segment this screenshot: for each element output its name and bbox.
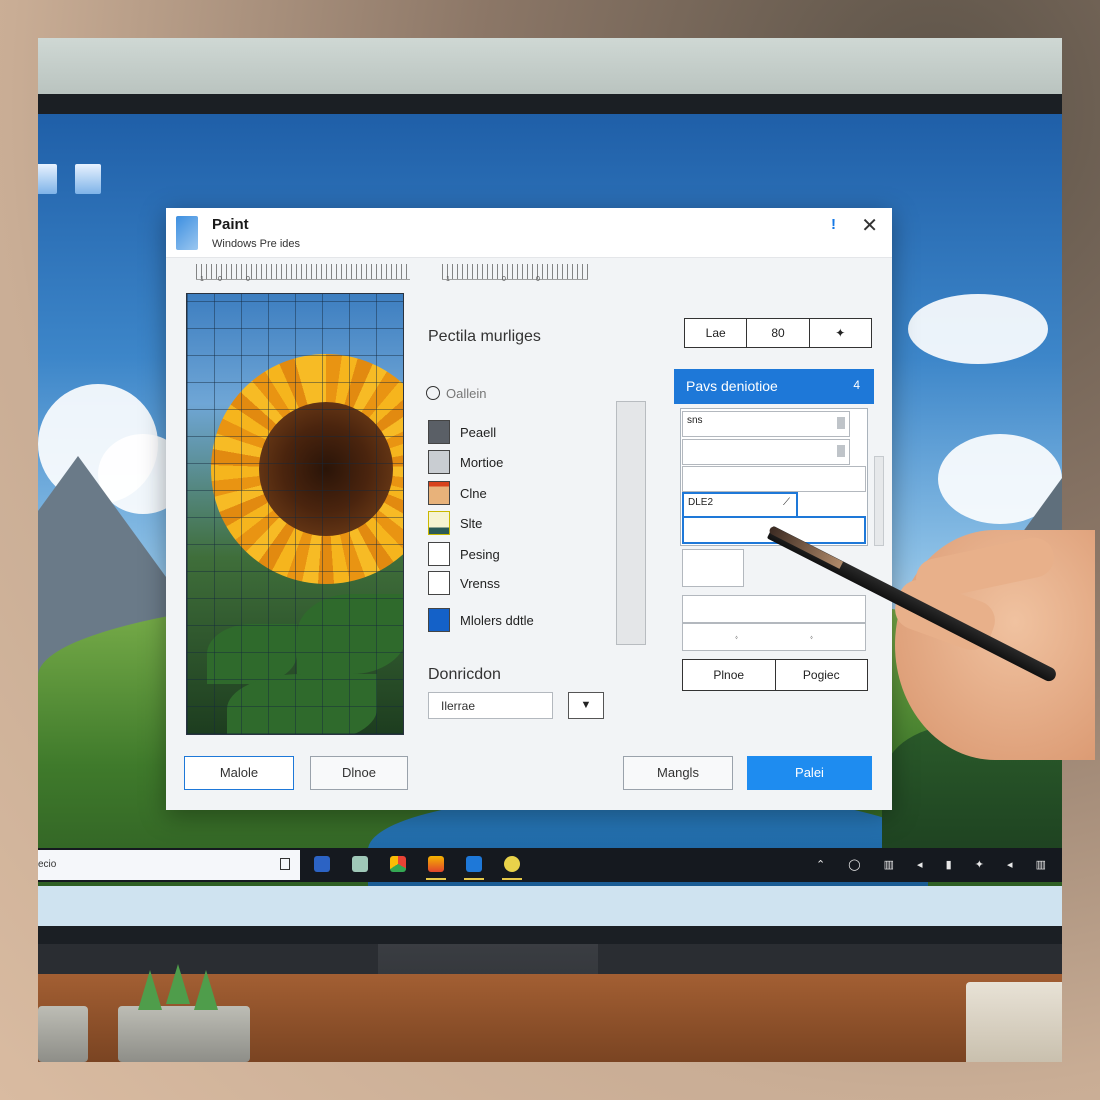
property-value: sns [687, 415, 703, 426]
preview-box[interactable] [682, 549, 744, 587]
horizontal-ruler [196, 264, 410, 280]
tool-label: Slte [460, 515, 483, 531]
property-field[interactable]: sns [682, 411, 850, 437]
file-icon [38, 164, 57, 194]
photo-background: ecio ⌃ ◯ ▥ ◂ ▮ ✦ ◂ ▥ Paint Windows Pre i… [0, 0, 1100, 1100]
segmented-control: Lae 80 ✦ [684, 318, 872, 348]
tool-label: Pesing [460, 546, 500, 562]
tool-label: Mortioe [460, 454, 504, 470]
tool-item[interactable]: Vrenss [428, 571, 500, 595]
dialog-subtitle: Windows Pre ides [212, 238, 301, 250]
taskbar-app-icon[interactable] [426, 856, 446, 880]
decoration-label: Donricdon [428, 666, 501, 683]
spinner-icon[interactable] [837, 445, 845, 457]
cloud [908, 294, 1048, 364]
horizontal-ruler [442, 264, 588, 280]
property-field[interactable] [682, 439, 850, 465]
search-box-icon [280, 858, 290, 870]
paint-taskbar-icon[interactable] [464, 856, 484, 880]
desktop-icon[interactable] [58, 164, 118, 198]
tool-item[interactable]: Mortioe [428, 450, 503, 474]
chrome-icon[interactable] [390, 856, 406, 872]
canvas-grid [187, 294, 403, 734]
ruler-number: 1 [200, 276, 204, 283]
color-swatch [428, 608, 450, 632]
dialog-title: Paint [212, 216, 249, 233]
sparkle-icon[interactable]: ✦ [810, 319, 871, 347]
drawing-canvas[interactable] [186, 293, 404, 735]
tool-item[interactable]: Clne [428, 481, 487, 505]
chevron-down-icon[interactable]: ▼ [568, 692, 604, 719]
spinner-icon[interactable] [837, 417, 845, 429]
tool-item[interactable]: Slte [428, 511, 482, 535]
segment-button[interactable]: Lae [685, 319, 748, 347]
selected-property-value: DLE2 [688, 497, 714, 508]
system-tray[interactable]: ⌃ ◯ ▥ ◂ ▮ ✦ ◂ ▥ [816, 858, 1056, 871]
taskbar: ecio ⌃ ◯ ▥ ◂ ▮ ✦ ◂ ▥ [38, 848, 1062, 882]
succulent [194, 970, 218, 1010]
taskbar-search[interactable]: ecio [38, 850, 300, 880]
field-marker: ⬫ [735, 632, 738, 642]
section-label: Pectila murliges [428, 328, 541, 345]
close-icon[interactable]: ✕ [861, 213, 878, 238]
book-stack [966, 982, 1062, 1062]
property-field[interactable] [682, 466, 866, 492]
succulent [138, 970, 162, 1010]
ruler-number: 0 [536, 276, 540, 283]
ruler-number: 0 [502, 276, 506, 283]
vertical-scrollbar[interactable] [616, 401, 646, 645]
color-swatch [428, 511, 450, 535]
decoration-input[interactable]: Ilerrae [428, 692, 553, 719]
tool-item[interactable]: Mlolers ddtle [428, 608, 534, 632]
plant-pot [118, 1006, 250, 1062]
wall [38, 38, 1062, 98]
info-icon[interactable]: ! [831, 216, 836, 233]
tool-label: Vrenss [460, 575, 500, 591]
footer-primary-button[interactable]: Palei [747, 756, 872, 790]
taskbar-search-text: ecio [38, 859, 57, 870]
dialog-titlebar[interactable]: Paint Windows Pre ides ! ✕ [166, 208, 892, 258]
tool-label: Mlolers ddtle [460, 612, 534, 628]
color-swatch [428, 481, 450, 505]
panel-scrollbar[interactable] [874, 456, 884, 546]
tool-search-placeholder: Oallein [446, 386, 487, 401]
paint-dialog: Paint Windows Pre ides ! ✕ 1 0 0 1 0 0 P… [166, 208, 892, 810]
footer-button-3[interactable]: Mangls [623, 756, 733, 790]
footer-button-2[interactable]: Dlnoe [310, 756, 408, 790]
properties-header-label: Pavs deniotioe [686, 378, 778, 394]
segment-button[interactable]: 80 [747, 319, 810, 347]
page-button[interactable]: Pogiec [776, 660, 868, 690]
plant-pot [38, 1006, 88, 1062]
color-swatch [428, 450, 450, 474]
taskbar-app-icon[interactable] [352, 856, 368, 872]
ruler-number: 0 [218, 276, 222, 283]
edit-icon: ⟋ [783, 497, 790, 508]
file-icon [75, 164, 101, 194]
property-field[interactable]: ⬫ ⬫ [682, 623, 866, 651]
taskbar-app-icon[interactable] [314, 856, 330, 872]
succulent [166, 964, 190, 1004]
properties-header[interactable]: Pavs deniotioe 4 [674, 369, 874, 404]
tool-item[interactable]: Pesing [428, 542, 500, 566]
properties-header-number: 4 [853, 378, 860, 392]
footer-button-1[interactable]: Malole [184, 756, 294, 790]
paint-app-icon [176, 216, 198, 250]
property-field[interactable] [682, 595, 866, 623]
color-swatch [428, 420, 450, 444]
search-icon [426, 386, 440, 400]
taskbar-app-icon[interactable] [502, 856, 522, 880]
selected-property-field[interactable]: DLE2 ⟋ [682, 492, 798, 518]
color-swatch [428, 542, 450, 566]
color-swatch [428, 571, 450, 595]
ruler-number: 1 [446, 276, 450, 283]
tool-item[interactable]: Peaell [428, 420, 496, 444]
tool-label: Clne [460, 485, 487, 501]
tool-search[interactable]: Oallein [426, 386, 486, 401]
field-marker: ⬫ [810, 632, 813, 642]
place-button[interactable]: Plnoe [683, 660, 776, 690]
tool-label: Peaell [460, 424, 497, 440]
ruler-number: 0 [246, 276, 250, 283]
button-pair: Plnoe Pogiec [682, 659, 868, 691]
